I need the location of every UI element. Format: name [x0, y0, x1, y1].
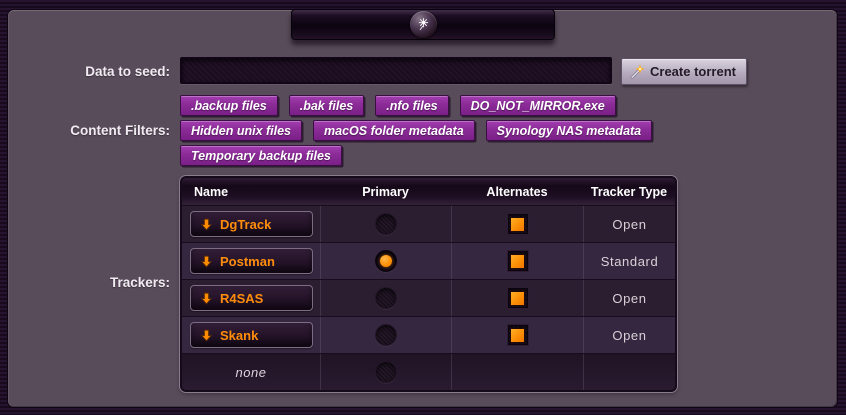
- filter-chip[interactable]: .nfo files: [375, 95, 448, 116]
- filter-chip[interactable]: Temporary backup files: [180, 145, 342, 166]
- download-arrow-icon: [200, 255, 213, 268]
- snark-logo-button[interactable]: [291, 9, 555, 40]
- tracker-type: Open: [612, 328, 646, 343]
- trackers-table: Name Primary Alternates Tracker Type DgT…: [180, 176, 677, 392]
- trackers-table-header: Name Primary Alternates Tracker Type: [182, 178, 675, 205]
- tracker-link-skank[interactable]: Skank: [190, 322, 313, 348]
- column-header-tracker-type: Tracker Type: [583, 185, 675, 199]
- table-row: Skank Open: [182, 316, 675, 353]
- filter-chip[interactable]: Synology NAS metadata: [486, 120, 652, 141]
- alternates-checkbox[interactable]: [508, 288, 528, 308]
- filter-chip[interactable]: .backup files: [180, 95, 278, 116]
- data-to-seed-input[interactable]: [180, 57, 612, 84]
- data-to-seed-label: Data to seed:: [0, 64, 170, 79]
- magic-wand-icon: [629, 64, 645, 80]
- primary-radio[interactable]: [375, 324, 397, 346]
- create-torrent-button[interactable]: Create torrent: [621, 58, 747, 85]
- tracker-type: Open: [612, 217, 646, 232]
- content-filters-label: Content Filters:: [0, 123, 170, 138]
- create-torrent-label: Create torrent: [650, 64, 736, 79]
- tracker-type: Standard: [601, 254, 659, 269]
- column-header-name: Name: [182, 185, 320, 199]
- tracker-link-postman[interactable]: Postman: [190, 248, 313, 274]
- trackers-label: Trackers:: [0, 275, 170, 290]
- filter-chip[interactable]: .bak files: [289, 95, 365, 116]
- tracker-type: Open: [612, 291, 646, 306]
- primary-radio[interactable]: [375, 213, 397, 235]
- column-header-primary: Primary: [320, 185, 451, 199]
- table-row: DgTrack Open: [182, 205, 675, 242]
- primary-radio[interactable]: [375, 250, 397, 272]
- alternates-checkbox[interactable]: [508, 251, 528, 271]
- primary-radio[interactable]: [375, 361, 397, 383]
- download-arrow-icon: [200, 218, 213, 231]
- alternates-checkbox[interactable]: [508, 214, 528, 234]
- alternates-checkbox[interactable]: [508, 325, 528, 345]
- tracker-link-r4sas[interactable]: R4SAS: [190, 285, 313, 311]
- table-row-none: none: [182, 353, 675, 390]
- table-row: R4SAS Open: [182, 279, 675, 316]
- filter-chip[interactable]: Hidden unix files: [180, 120, 302, 141]
- tracker-name-none: none: [182, 365, 320, 380]
- filter-chip[interactable]: macOS folder metadata: [313, 120, 475, 141]
- tracker-link-dgtrack[interactable]: DgTrack: [190, 211, 313, 237]
- download-arrow-icon: [200, 329, 213, 342]
- column-header-alternates: Alternates: [451, 185, 583, 199]
- content-filters-group: .backup files .bak files .nfo files DO_N…: [180, 95, 660, 170]
- snark-sparkle-icon: [410, 11, 437, 38]
- filter-chip[interactable]: DO_NOT_MIRROR.exe: [460, 95, 616, 116]
- download-arrow-icon: [200, 292, 213, 305]
- table-row: Postman Standard: [182, 242, 675, 279]
- primary-radio[interactable]: [375, 287, 397, 309]
